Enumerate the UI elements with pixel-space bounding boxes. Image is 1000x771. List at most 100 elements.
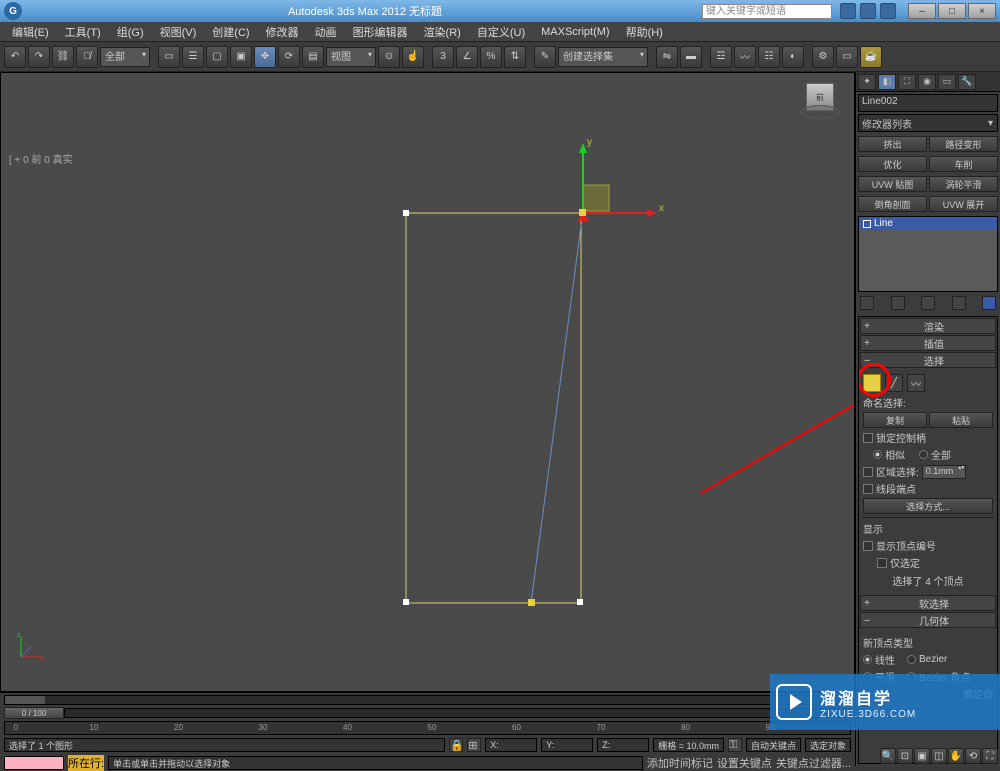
add-time-tag-button[interactable]: 添加时间标记 [647, 755, 713, 771]
select-object-button[interactable]: ▭ [158, 46, 180, 68]
area-select-spinner[interactable]: 0.1mm [922, 465, 967, 479]
snap-toggle-button[interactable]: 3 [432, 46, 454, 68]
curve-editor-button[interactable]: 〰 [734, 46, 756, 68]
star-icon[interactable] [860, 3, 876, 19]
minimize-button[interactable]: – [908, 3, 936, 19]
subobj-vertex-button[interactable]: ∴ [863, 374, 881, 392]
paste-named-sel-button[interactable]: 粘贴 [929, 412, 993, 428]
pin-stack-button[interactable] [860, 296, 874, 310]
preset-extrude-button[interactable]: 挤出 [858, 136, 927, 152]
select-region-button[interactable]: ▢ [206, 46, 228, 68]
time-ruler[interactable]: 0102030405060708090 [4, 721, 851, 735]
preset-lathe-button[interactable]: 车削 [929, 156, 998, 172]
select-move-button[interactable]: ✥ [254, 46, 276, 68]
subobj-segment-button[interactable]: ╱ [885, 374, 903, 392]
window-crossing-button[interactable]: ▣ [230, 46, 252, 68]
zoom-button[interactable]: 🔍 [880, 748, 896, 764]
key-mode-button[interactable]: ⚿ [728, 738, 742, 752]
motion-tab[interactable]: ◉ [918, 74, 936, 90]
key-target-select[interactable]: 选定对象 [805, 738, 851, 752]
modify-tab[interactable]: ◧ [878, 74, 896, 90]
orbit-button[interactable]: ⟲ [965, 748, 981, 764]
angle-snap-button[interactable]: ∠ [456, 46, 478, 68]
ref-coord-select[interactable]: 视图 [326, 47, 376, 67]
select-manipulate-button[interactable]: ☝ [402, 46, 424, 68]
time-slider-knob[interactable]: 0 / 100 [4, 707, 64, 719]
maximize-button[interactable]: □ [938, 3, 966, 19]
key-filters-button[interactable]: 关键点过滤器... [776, 755, 851, 771]
set-key-button[interactable]: 设置关键点 [717, 755, 772, 771]
vertextype-bezier-radio[interactable] [907, 655, 916, 664]
menu-maxscript[interactable]: MAXScript(M) [533, 26, 617, 38]
rollout-softsel-header[interactable]: +软选择 [860, 595, 996, 611]
percent-snap-button[interactable]: % [480, 46, 502, 68]
rollout-render-header[interactable]: +渲染 [860, 318, 996, 334]
rollout-interp-header[interactable]: +插值 [860, 335, 996, 351]
menu-customize[interactable]: 自定义(U) [469, 24, 533, 40]
area-select-checkbox[interactable] [863, 467, 873, 477]
undo-button[interactable]: ↶ [4, 46, 26, 68]
coord-z-field[interactable]: Z: [597, 738, 649, 752]
render-setup-button[interactable]: ⚙ [812, 46, 834, 68]
help-search-input[interactable]: 键入关键字或短语 [702, 4, 832, 19]
show-end-result-button[interactable] [891, 296, 905, 310]
object-name-field[interactable]: Line002 [858, 94, 998, 112]
select-name-button[interactable]: ☰ [182, 46, 204, 68]
zoom-all-button[interactable]: ⊡ [897, 748, 913, 764]
preset-bevelprofile-button[interactable]: 倒角剖面 [858, 196, 927, 212]
select-rotate-button[interactable]: ⟳ [278, 46, 300, 68]
redo-button[interactable]: ↷ [28, 46, 50, 68]
script-listener-mini[interactable] [4, 756, 64, 770]
menu-animation[interactable]: 动画 [307, 24, 345, 40]
help-icon[interactable] [880, 3, 896, 19]
viewport-hscrollbar[interactable] [4, 695, 851, 705]
make-unique-button[interactable] [921, 296, 935, 310]
select-by-button[interactable]: 选择方式... [863, 498, 993, 514]
lock-selection-button[interactable]: 🔒 [449, 738, 463, 752]
stack-item-line[interactable]: Line [859, 217, 997, 230]
select-scale-button[interactable]: ▤ [302, 46, 324, 68]
pan-button[interactable]: ✋ [948, 748, 964, 764]
modifier-list-dropdown[interactable]: 修改器列表 [858, 114, 998, 132]
seg-end-checkbox[interactable] [863, 484, 873, 494]
time-slider[interactable]: 0 / 100 [4, 706, 851, 720]
close-button[interactable]: × [968, 3, 996, 19]
zoom-extents-button[interactable]: ▣ [914, 748, 930, 764]
viewport[interactable]: [ + 0 前 0 真实 y x 前 z x [0, 72, 855, 692]
rendered-frame-button[interactable]: ▭ [836, 46, 858, 68]
show-vert-num-checkbox[interactable] [863, 541, 873, 551]
spinner-snap-button[interactable]: ⇅ [504, 46, 526, 68]
auto-key-button[interactable]: 自动关键点 [746, 738, 801, 752]
menu-grapheditors[interactable]: 图形编辑器 [345, 24, 416, 40]
preset-pathdeform-button[interactable]: 路径变形 [929, 136, 998, 152]
named-selection-select[interactable]: 创建选择集 [558, 47, 648, 67]
hierarchy-tab[interactable]: ⛶ [898, 74, 916, 90]
selection-filter-select[interactable]: 全部 [100, 47, 150, 67]
create-tab[interactable]: ✦ [858, 74, 876, 90]
remove-modifier-button[interactable] [952, 296, 966, 310]
maximize-viewport-button[interactable]: ⛶ [982, 748, 998, 764]
modifier-stack[interactable]: Line [858, 216, 998, 292]
utilities-tab[interactable]: 🔧 [958, 74, 976, 90]
coord-y-field[interactable]: Y: [541, 738, 593, 752]
menu-group[interactable]: 组(G) [109, 24, 152, 40]
only-selected-checkbox[interactable] [877, 558, 887, 568]
viewcube-compass[interactable] [800, 105, 840, 119]
configure-sets-button[interactable] [982, 296, 996, 310]
menu-edit[interactable]: 编辑(E) [4, 24, 57, 40]
render-button[interactable]: ☕ [860, 46, 882, 68]
coord-x-field[interactable]: X: [485, 738, 537, 752]
preset-optimize-button[interactable]: 优化 [858, 156, 927, 172]
all-radio[interactable] [919, 450, 928, 459]
unlink-button[interactable]: ⛓̸ [76, 46, 98, 68]
menu-help[interactable]: 帮助(H) [618, 24, 671, 40]
preset-turbosmooth-button[interactable]: 涡轮平滑 [929, 176, 998, 192]
material-editor-button[interactable]: ◐ [782, 46, 804, 68]
edit-named-sel-button[interactable]: ✎ [534, 46, 556, 68]
align-button[interactable]: ▬ [680, 46, 702, 68]
use-center-button[interactable]: ⊙ [378, 46, 400, 68]
menu-tools[interactable]: 工具(T) [57, 24, 109, 40]
infocenter-icon[interactable] [840, 3, 856, 19]
abs-rel-button[interactable]: ⊞ [467, 738, 481, 752]
similar-radio[interactable] [873, 450, 882, 459]
